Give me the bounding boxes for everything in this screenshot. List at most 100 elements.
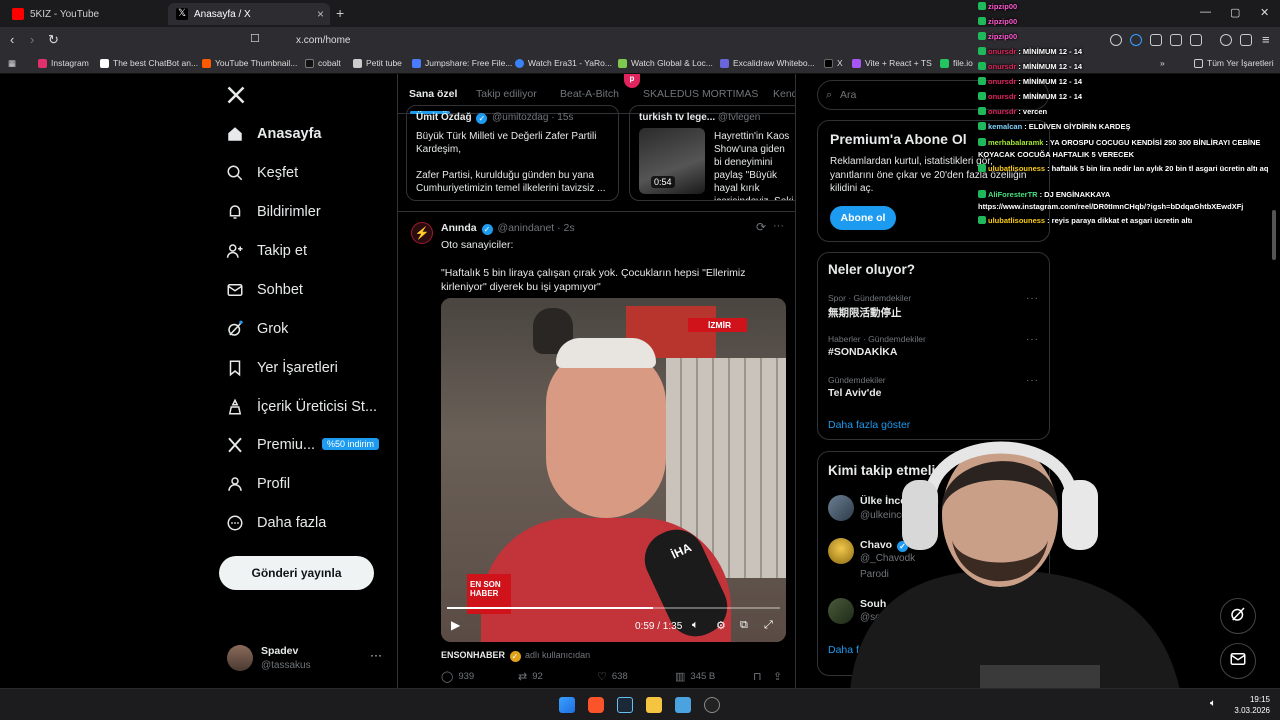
- nav-more[interactable]: Daha fazla: [226, 510, 326, 536]
- avatar[interactable]: ⚡: [411, 222, 433, 244]
- extension-icon[interactable]: [1170, 34, 1182, 46]
- notification-pill-icon[interactable]: p: [624, 74, 640, 88]
- trend-item[interactable]: #SONDAKİKA: [828, 346, 897, 358]
- tab-for-you[interactable]: Sana özel: [409, 88, 457, 100]
- fullscreen-icon[interactable]: ⤢: [764, 619, 773, 632]
- bookmark-item[interactable]: Watch Era31 - YaRo...: [515, 58, 612, 68]
- sidebar-icon[interactable]: [1190, 34, 1202, 46]
- avatar[interactable]: [227, 645, 253, 671]
- extension-icon[interactable]: [1110, 34, 1122, 46]
- maximize-icon[interactable]: ▢: [1230, 6, 1240, 19]
- settings-icon[interactable]: ⚙: [716, 619, 726, 632]
- system-clock[interactable]: 19:15 3.03.2026: [1228, 694, 1270, 716]
- bookmark-item[interactable]: X: [824, 58, 843, 68]
- nav-grok[interactable]: Grok: [226, 316, 288, 342]
- bookmark-post-button[interactable]: ⊓: [753, 670, 767, 683]
- bookmark-item[interactable]: Vite + React + TS: [852, 58, 932, 68]
- reload-icon[interactable]: ↻: [48, 32, 59, 48]
- post-menu-icon[interactable]: ···: [773, 220, 784, 232]
- quote-card[interactable]: Ümit Özdağ ✓ @umitozdag · 15s Büyük Türk…: [406, 105, 619, 201]
- nav-home[interactable]: Anasayfa: [226, 121, 321, 147]
- brave-browser-icon[interactable]: [588, 697, 604, 713]
- excalidraw-icon: [720, 58, 729, 68]
- more-bookmarks-icon[interactable]: »: [1160, 58, 1165, 68]
- messages-fab[interactable]: [1220, 643, 1256, 679]
- back-icon[interactable]: ‹: [10, 32, 14, 47]
- bookmark-item[interactable]: Excalidraw Whitebo...: [720, 58, 815, 68]
- new-tab-button[interactable]: +: [336, 5, 344, 21]
- photos-icon[interactable]: [675, 697, 691, 713]
- bookmark-item[interactable]: Watch Global & Loc...: [618, 58, 713, 68]
- trend-item[interactable]: Tel Aviv'de: [828, 387, 881, 399]
- tab-list[interactable]: SKALEDUS MORTIMAS: [643, 88, 758, 100]
- apps-icon[interactable]: ▦: [8, 58, 16, 69]
- steam-icon[interactable]: [617, 697, 633, 713]
- close-window-icon[interactable]: ✕: [1260, 6, 1269, 19]
- repost-button[interactable]: ⇄ 92: [518, 670, 543, 683]
- bookmark-icon[interactable]: ☐: [250, 32, 260, 45]
- trend-menu-icon[interactable]: ···: [1026, 375, 1039, 386]
- bookmark-item[interactable]: Petit tube: [353, 58, 402, 68]
- quote-video-thumbnail[interactable]: 0:54: [639, 128, 705, 194]
- extension-icon[interactable]: [1130, 34, 1142, 46]
- tab-youtube[interactable]: 5KIZ - YouTube: [4, 3, 166, 25]
- tab-list[interactable]: Kend: [773, 88, 795, 100]
- chat-badge-icon: [978, 164, 986, 172]
- forward-icon[interactable]: ›: [30, 32, 34, 47]
- volume-icon[interactable]: 🔈︎: [1210, 698, 1216, 709]
- menu-icon[interactable]: ≡: [1262, 32, 1270, 47]
- nav-messages[interactable]: Sohbet: [226, 277, 303, 303]
- share-button[interactable]: ⇪: [773, 670, 787, 683]
- shield-icon[interactable]: [1240, 34, 1252, 46]
- reply-button[interactable]: ◯ 939: [441, 670, 474, 683]
- subscribe-button[interactable]: Abone ol: [830, 206, 896, 230]
- volume-icon[interactable]: 🔈︎: [692, 619, 699, 632]
- windows-start-icon[interactable]: [559, 697, 575, 713]
- folder-icon[interactable]: [646, 697, 662, 713]
- quote-card[interactable]: turkish tv lege... @tvlegen 0:54 Hayrett…: [629, 105, 795, 201]
- tab-list[interactable]: Beat-A-Bitch: [560, 88, 619, 100]
- bookmark-item[interactable]: file.io: [940, 58, 973, 68]
- trend-menu-icon[interactable]: ···: [1026, 293, 1039, 304]
- tab-following[interactable]: Takip ediliyor: [476, 88, 537, 100]
- grok-explain-icon[interactable]: ⟳: [756, 220, 766, 234]
- views-button[interactable]: ▥ 345 B: [675, 670, 715, 683]
- nav-notifications[interactable]: Bildirimler: [226, 199, 321, 225]
- close-tab-icon[interactable]: ×: [317, 7, 324, 21]
- video-source[interactable]: ENSONHABER ✓ adlı kullanıcıdan: [441, 650, 590, 662]
- trend-item[interactable]: 無期限活動停止: [828, 305, 902, 320]
- x-logo-icon[interactable]: [226, 85, 248, 107]
- minimize-icon[interactable]: —: [1200, 6, 1211, 18]
- bookmark-item[interactable]: Instagram: [38, 58, 89, 68]
- bookmark-item[interactable]: Jumpshare: Free File...: [412, 58, 512, 68]
- video-player[interactable]: İHA İZMİR EN SON HABER ▶ 0:59 / 1:35 🔈︎ …: [441, 298, 786, 642]
- trend-menu-icon[interactable]: ···: [1026, 334, 1039, 345]
- nav-creator-studio[interactable]: İçerik Üreticisi St...: [226, 394, 377, 420]
- pip-icon[interactable]: ⧉: [740, 619, 748, 632]
- address-bar[interactable]: x.com/home: [268, 31, 968, 50]
- bookmark-item[interactable]: YouTube Thumbnail...: [202, 58, 297, 68]
- reply-icon: ◯: [441, 671, 454, 683]
- play-icon[interactable]: ▶: [451, 618, 460, 632]
- bookmark-item[interactable]: cobalt: [305, 58, 341, 68]
- music-icon[interactable]: [1220, 34, 1232, 46]
- page-scrollbar[interactable]: [1272, 210, 1276, 260]
- extension-icon[interactable]: [1150, 34, 1162, 46]
- nav-explore[interactable]: Keşfet: [226, 160, 298, 186]
- nav-follow[interactable]: Takip et: [226, 238, 307, 264]
- like-button[interactable]: ♡ 638: [597, 670, 628, 683]
- grok-fab[interactable]: [1220, 598, 1256, 634]
- chat-badge-icon: [978, 122, 986, 130]
- post-button[interactable]: Gönderi yayınla: [219, 556, 374, 590]
- video-progress[interactable]: [447, 607, 780, 609]
- bookmark-item[interactable]: The best ChatBot an...: [100, 58, 198, 68]
- nav-bookmarks[interactable]: Yer İşaretleri: [226, 355, 338, 381]
- all-bookmarks[interactable]: Tüm Yer İşaretleri: [1194, 58, 1274, 68]
- tab-x-home[interactable]: 𝕏 Anasayfa / X ×: [168, 3, 330, 25]
- post[interactable]: ⚡ Anında ✓ @anindanet · 2s ⟳ ··· Oto san…: [398, 211, 795, 683]
- video-progress-fill: [447, 607, 654, 609]
- nav-premium[interactable]: Premiu...: [226, 432, 315, 458]
- obs-icon[interactable]: [704, 697, 720, 713]
- account-menu-icon[interactable]: ···: [370, 648, 382, 662]
- nav-profile[interactable]: Profil: [226, 471, 290, 497]
